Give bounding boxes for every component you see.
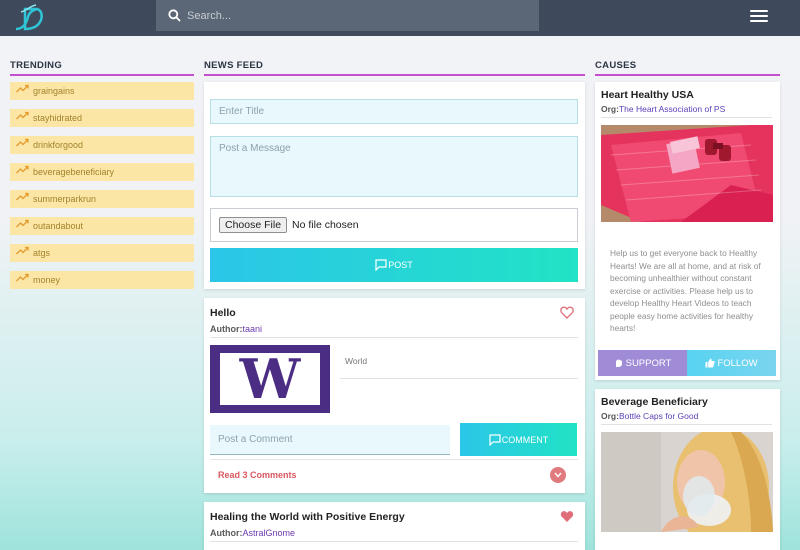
author-label: Author: (210, 528, 243, 538)
read-comments-row: Read 3 Comments (210, 459, 578, 487)
search-bar (156, 0, 539, 31)
causes-heading: CAUSES (595, 60, 780, 76)
trending-label: graingains (33, 86, 75, 96)
heart-filled-icon[interactable] (560, 510, 574, 523)
trending-label: money (33, 275, 61, 285)
post-author: Author:AstralGnome (210, 528, 578, 542)
trending-up-icon (16, 246, 29, 254)
logo-icon[interactable] (12, 3, 46, 33)
comment-button[interactable]: COMMENT (460, 423, 577, 456)
trending-item[interactable]: drinkforgood (10, 136, 194, 154)
trending-up-icon (16, 273, 29, 281)
trending-up-icon (16, 138, 29, 146)
post-card: Hello Author:taani W World COMMENT Read … (204, 298, 585, 493)
support-label: SUPPORT (625, 357, 672, 369)
trending-heading: TRENDING (10, 60, 194, 76)
trending-up-icon (16, 84, 29, 92)
trending-up-icon (16, 165, 29, 173)
trending-label: atgs (33, 248, 51, 258)
trending-up-icon (16, 192, 29, 200)
org-link[interactable]: Bottle Caps for Good (619, 411, 698, 421)
trending-item[interactable]: graingains (10, 82, 194, 100)
cause-title: Heart Healthy USA (601, 89, 694, 101)
chevron-down-icon[interactable] (550, 467, 566, 483)
cause-description: Help us to get everyone back to Healthy … (610, 248, 761, 333)
trending-label: beveragebeneficiary (33, 167, 115, 177)
trending-item[interactable]: outandabout (10, 217, 194, 235)
top-bar (0, 0, 800, 36)
news-feed-heading: NEWS FEED (204, 60, 585, 76)
author-link[interactable]: taani (243, 324, 263, 334)
cause-image (601, 125, 773, 222)
read-comments-link[interactable]: Read 3 Comments (218, 470, 297, 480)
author-link[interactable]: AstralGnome (243, 528, 296, 538)
heart-outline-icon[interactable] (560, 306, 574, 319)
post-message-input[interactable] (210, 136, 578, 197)
post-button-label: POST (388, 260, 413, 270)
cause-actions: SUPPORT FOLLOW (598, 350, 776, 376)
trending-item[interactable]: atgs (10, 244, 194, 262)
org-link[interactable]: The Heart Association of PS (619, 104, 725, 114)
cause-org: Org:The Heart Association of PS (601, 104, 772, 118)
search-icon (168, 9, 181, 22)
trending-label: outandabout (33, 221, 84, 231)
trending-label: stayhidrated (33, 113, 83, 123)
post-card: Healing the World with Positive Energy A… (204, 502, 585, 550)
search-input[interactable] (187, 9, 517, 22)
trending-item[interactable]: beveragebeneficiary (10, 163, 194, 181)
post-title-input[interactable] (210, 99, 578, 124)
file-status: No file chosen (292, 219, 359, 231)
cause-title: Beverage Beneficiary (601, 396, 708, 408)
cause-card: Beverage Beneficiary Org:Bottle Caps for… (595, 389, 780, 550)
post-button[interactable]: POST (210, 248, 578, 282)
hand-icon (615, 359, 622, 367)
post-image-letter: W (220, 352, 320, 406)
post-title: Healing the World with Positive Energy (210, 511, 405, 523)
comment-input[interactable] (210, 425, 450, 455)
post-author: Author:taani (210, 324, 578, 338)
comment-row: COMMENT (210, 423, 578, 459)
follow-button[interactable]: FOLLOW (687, 350, 776, 376)
trending-item[interactable]: money (10, 271, 194, 289)
org-label: Org: (601, 411, 619, 421)
support-button[interactable]: SUPPORT (598, 350, 687, 376)
trending-up-icon (16, 219, 29, 227)
post-image: W (210, 345, 330, 413)
trending-label: drinkforgood (33, 140, 84, 150)
cause-org: Org:Bottle Caps for Good (601, 411, 772, 425)
cause-image (601, 432, 773, 532)
thumbs-up-icon (705, 358, 716, 368)
trending-item[interactable]: stayhidrated (10, 109, 194, 127)
hamburger-icon[interactable] (750, 10, 768, 24)
post-title: Hello (210, 307, 236, 319)
comment-button-label: COMMENT (501, 434, 549, 445)
post-body: World (340, 345, 578, 379)
trending-item[interactable]: summerparkrun (10, 190, 194, 208)
cause-card: Heart Healthy USA Org:The Heart Associat… (595, 82, 780, 380)
comment-icon (489, 433, 501, 446)
follow-label: FOLLOW (717, 357, 758, 369)
post-form: Choose File No file chosen POST (204, 82, 585, 289)
file-upload: Choose File No file chosen (210, 208, 578, 242)
trending-label: summerparkrun (33, 194, 97, 204)
author-label: Author: (210, 324, 243, 334)
trending-up-icon (16, 111, 29, 119)
org-label: Org: (601, 104, 619, 114)
choose-file-button[interactable]: Choose File (219, 217, 288, 233)
trending-list: graingains stayhidrated drinkforgood bevera… (10, 82, 194, 298)
comment-icon (375, 259, 387, 271)
